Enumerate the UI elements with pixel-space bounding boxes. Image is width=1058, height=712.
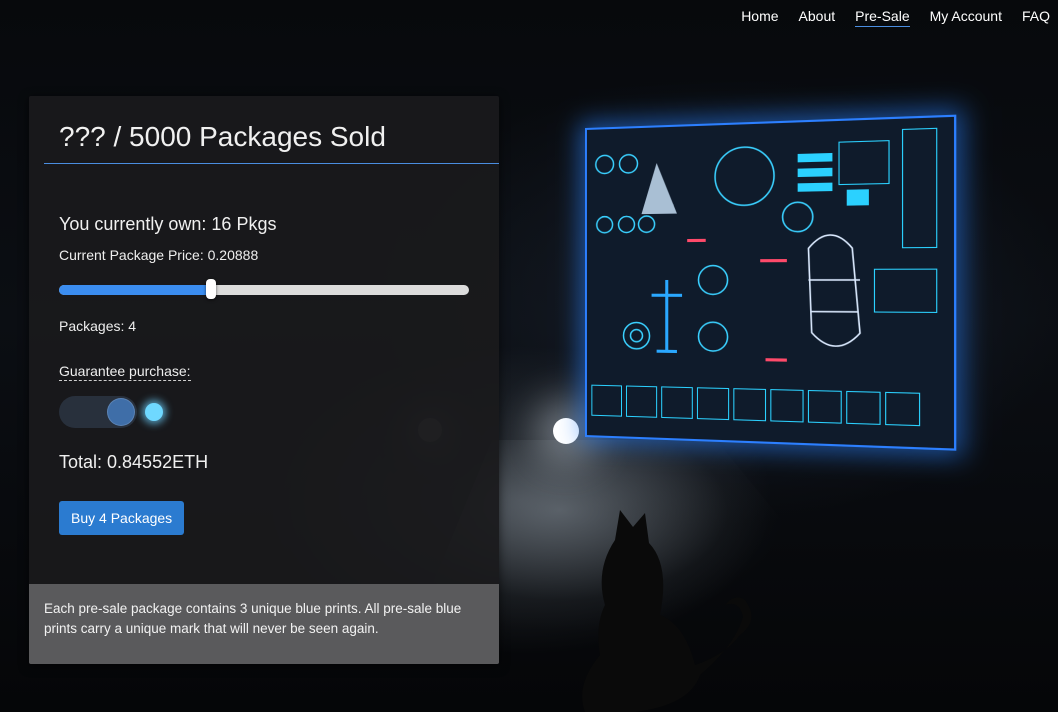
package-quantity-slider[interactable] [59, 279, 469, 299]
toggle-indicator-icon [145, 403, 163, 421]
slider-thumb[interactable] [205, 279, 216, 299]
total-price-text: Total: 0.84552ETH [59, 452, 209, 472]
street-lamp-right [553, 418, 579, 444]
hud-blueprint-screen [585, 114, 957, 451]
presale-card: ??? / 5000 Packages Sold You currently o… [29, 96, 499, 664]
package-price-text: Current Package Price: 0.20888 [59, 247, 259, 263]
presale-info-text: Each pre-sale package contains 3 unique … [44, 601, 462, 636]
nav-pre-sale[interactable]: Pre-Sale [855, 7, 910, 27]
guarantee-purchase-toggle[interactable] [59, 396, 137, 428]
guarantee-purchase-label: Guarantee purchase: [59, 363, 191, 381]
buy-packages-button[interactable]: Buy 4 Packages [59, 501, 185, 535]
selected-packages-text: Packages: 4 [59, 318, 137, 334]
nav-faq[interactable]: FAQ [1022, 7, 1050, 27]
top-nav: Home About Pre-Sale My Account FAQ [741, 7, 1050, 27]
presale-info-footer: Each pre-sale package contains 3 unique … [29, 584, 499, 664]
slider-fill [59, 285, 211, 295]
nav-home[interactable]: Home [741, 7, 778, 27]
packages-sold-title: ??? / 5000 Packages Sold [44, 118, 499, 164]
page-background: Home About Pre-Sale My Account FAQ ??? /… [0, 0, 1058, 712]
cat-silhouette [582, 510, 752, 712]
nav-my-account[interactable]: My Account [930, 7, 1002, 27]
toggle-knob [107, 398, 135, 426]
nav-about[interactable]: About [799, 7, 836, 27]
hud-graphic [586, 116, 954, 449]
owned-packages-text: You currently own: 16 Pkgs [59, 214, 277, 234]
